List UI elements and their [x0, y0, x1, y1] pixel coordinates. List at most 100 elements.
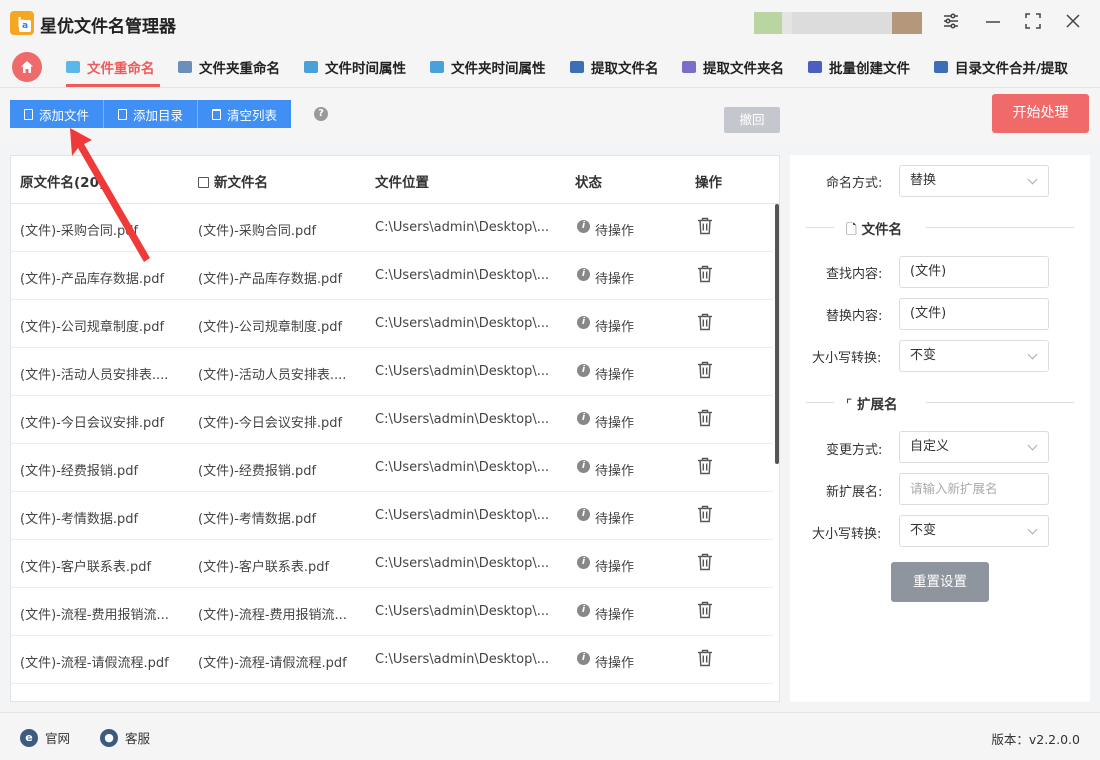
edit-icon — [198, 177, 209, 188]
file-button-group: 添加文件 添加目录 清空列表 — [10, 100, 292, 128]
original-name-cell: (文件)-客户联系表.pdf — [20, 560, 152, 575]
maximize-icon[interactable] — [1022, 12, 1044, 34]
folder-rename-icon — [178, 61, 192, 73]
tab-file-time[interactable]: 文件时间属性 — [304, 56, 406, 78]
settings-icon[interactable] — [940, 12, 962, 34]
new-extension-input[interactable]: 请输入新扩展名 — [899, 473, 1049, 505]
location-cell: C:\Users\admin\Desktop\... — [375, 220, 550, 235]
tab-folder-time[interactable]: 文件夹时间属性 — [430, 56, 546, 78]
status-cell: 待操作 — [595, 224, 635, 239]
undo-button[interactable]: 撤回 — [724, 107, 780, 133]
document-icon — [118, 108, 128, 120]
change-mode-select[interactable]: 自定义 — [899, 431, 1049, 463]
tab-merge-extract[interactable]: 目录文件合并/提取 — [934, 56, 1068, 78]
original-name-cell: (文件)-今日会议安排.pdf — [20, 416, 165, 431]
table-row[interactable]: (文件)-今日会议安排.pdf (文件)-今日会议安排.pdf C:\Users\a… — [11, 396, 773, 444]
tab-file-rename[interactable]: 文件重命名 — [66, 56, 155, 78]
chevron-down-icon — [1027, 440, 1038, 451]
table-row[interactable]: (文件)-考情数据.pdf (文件)-考情数据.pdf C:\Users\admin… — [11, 492, 773, 540]
case-conversion-ext-label: 大小写转换: — [812, 527, 882, 542]
header-original-name[interactable]: 原文件名(20) — [20, 171, 105, 191]
delete-icon[interactable] — [697, 553, 713, 571]
close-icon[interactable] — [1062, 12, 1084, 34]
tab-extract-foldername[interactable]: 提取文件夹名 — [682, 56, 784, 78]
status-cell: 待操作 — [595, 512, 635, 527]
tab-batch-create[interactable]: 批量创建文件 — [808, 56, 910, 78]
tab-bar: 文件重命名 文件夹重命名 文件时间属性 文件夹时间属性 提取文件名 提取文件夹名… — [0, 46, 1100, 88]
delete-icon[interactable] — [697, 457, 713, 475]
new-name-cell: (文件)-活动人员安排表.... — [198, 368, 347, 383]
table-row[interactable]: (文件)-客户联系表.pdf (文件)-客户联系表.pdf C:\Users\adm… — [11, 540, 773, 588]
header-location: 文件位置 — [375, 175, 429, 191]
filename-section: 🗋 文件名 — [806, 217, 1074, 238]
case-conversion-ext-select[interactable]: 不变 — [899, 515, 1049, 547]
status-cell: 待操作 — [595, 656, 635, 671]
table-row[interactable]: (文件)-产品库存数据.pdf (文件)-产品库存数据.pdf C:\Users\a… — [11, 252, 773, 300]
minimize-icon[interactable] — [982, 12, 1004, 34]
delete-icon[interactable] — [697, 265, 713, 283]
settings-panel: 命名方式: 替换 🗋 文件名 查找内容: (文件) 替换内容: (文件) 大小写… — [790, 155, 1090, 702]
table-row[interactable]: (文件)-采购合同.pdf (文件)-采购合同.pdf C:\Users\admin… — [11, 204, 773, 252]
avatar[interactable] — [754, 12, 924, 34]
merge-extract-icon — [934, 61, 948, 73]
toolbar: 添加文件 添加目录 清空列表 ? 撤回 开始处理 — [0, 88, 1100, 144]
add-file-button[interactable]: 添加文件 — [10, 100, 105, 128]
status-cell: 待操作 — [595, 320, 635, 335]
location-cell: C:\Users\admin\Desktop\... — [375, 316, 550, 331]
delete-icon[interactable] — [697, 649, 713, 667]
delete-icon[interactable] — [697, 505, 713, 523]
location-cell: C:\Users\admin\Desktop\... — [375, 652, 550, 667]
info-icon: i — [577, 364, 590, 377]
table-row[interactable]: (文件)-公司规章制度.pdf (文件)-公司规章制度.pdf C:\Users\a… — [11, 300, 773, 348]
active-tab-indicator — [66, 84, 160, 87]
reset-settings-button[interactable]: 重置设置 — [891, 562, 989, 602]
table-row[interactable]: (文件)-经费报销.pdf (文件)-经费报销.pdf C:\Users\admin… — [11, 444, 773, 492]
location-cell: C:\Users\admin\Desktop\... — [375, 364, 550, 379]
help-icon[interactable]: ? — [314, 107, 328, 121]
website-link[interactable]: e 官网 — [20, 728, 70, 747]
home-icon — [21, 61, 33, 73]
tab-extract-filename[interactable]: 提取文件名 — [570, 56, 659, 78]
document-icon: 🗋 — [846, 222, 857, 238]
status-cell: 待操作 — [595, 464, 635, 479]
delete-icon[interactable] — [697, 361, 713, 379]
table-header: 原文件名(20) 新文件名 文件位置 状态 操作 — [11, 156, 779, 204]
new-name-cell: (文件)-采购合同.pdf — [198, 224, 317, 239]
new-name-cell: (文件)-产品库存数据.pdf — [198, 272, 343, 287]
new-name-cell: (文件)-今日会议安排.pdf — [198, 416, 343, 431]
table-row[interactable]: (文件)-流程-费用报销流... (文件)-流程-费用报销流... C:\Users… — [11, 588, 773, 636]
batch-create-icon — [808, 61, 822, 73]
new-name-cell: (文件)-公司规章制度.pdf — [198, 320, 343, 335]
chevron-down-icon — [1027, 174, 1038, 185]
find-input[interactable]: (文件) — [899, 256, 1049, 288]
case-conversion-select[interactable]: 不变 — [899, 340, 1049, 372]
header-new-name[interactable]: 新文件名 — [198, 171, 268, 191]
tab-folder-rename[interactable]: 文件夹重命名 — [178, 56, 280, 78]
home-button[interactable] — [12, 52, 42, 82]
delete-icon[interactable] — [697, 409, 713, 427]
table-row-partial — [11, 684, 773, 701]
new-name-cell: (文件)-流程-请假流程.pdf — [198, 656, 347, 671]
info-icon: i — [577, 460, 590, 473]
delete-icon[interactable] — [697, 217, 713, 235]
table-row[interactable]: (文件)-流程-请假流程.pdf (文件)-流程-请假流程.pdf C:\Users… — [11, 636, 773, 684]
file-time-icon — [304, 61, 318, 73]
original-name-cell: (文件)-经费报销.pdf — [20, 464, 139, 479]
add-directory-button[interactable]: 添加目录 — [104, 100, 199, 128]
clear-list-button[interactable]: 清空列表 — [198, 100, 292, 128]
support-link[interactable]: ● 客服 — [100, 728, 150, 747]
table-row[interactable]: (文件)-活动人员安排表.... (文件)-活动人员安排表.... C:\Users… — [11, 348, 773, 396]
extension-icon: ⌜ — [846, 397, 853, 413]
original-name-cell: (文件)-产品库存数据.pdf — [20, 272, 165, 287]
status-cell: 待操作 — [595, 560, 635, 575]
delete-icon[interactable] — [697, 313, 713, 331]
replace-input[interactable]: (文件) — [899, 298, 1049, 330]
original-name-cell: (文件)-采购合同.pdf — [20, 224, 139, 239]
info-icon: i — [577, 604, 590, 617]
delete-icon[interactable] — [697, 601, 713, 619]
status-cell: 待操作 — [595, 416, 635, 431]
table-scrollbar[interactable] — [775, 204, 779, 464]
naming-mode-select[interactable]: 替换 — [899, 165, 1049, 197]
header-status: 状态 — [575, 175, 602, 191]
start-processing-button[interactable]: 开始处理 — [992, 94, 1089, 133]
